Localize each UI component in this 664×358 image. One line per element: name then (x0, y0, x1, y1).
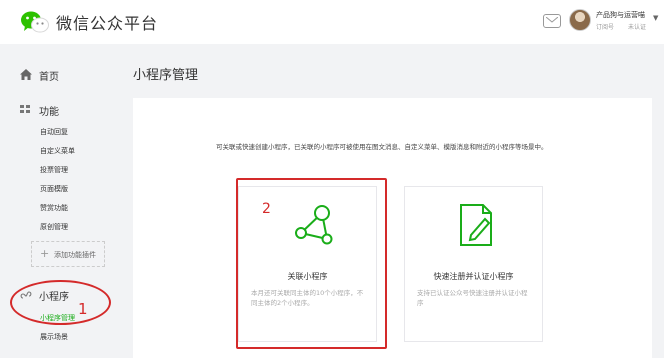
annotation-rectangle (236, 178, 387, 349)
sidebar-item-display-scene[interactable]: 展示场景 (40, 332, 68, 342)
edit-document-icon (460, 204, 492, 246)
plus-icon: + (40, 247, 50, 260)
sidebar-item-original[interactable]: 原创管理 (40, 222, 68, 232)
account-status: 未认证 (628, 24, 647, 31)
wechat-logo-icon (21, 11, 49, 33)
sidebar-item-label: 首页 (39, 72, 59, 83)
sidebar-section-label: 功能 (39, 107, 59, 118)
account-type: 订阅号 (596, 24, 615, 31)
avatar[interactable] (569, 9, 591, 31)
grid-icon (20, 105, 30, 113)
sidebar-item-auto-reply[interactable]: 自动回复 (40, 127, 68, 137)
mail-icon (546, 17, 558, 23)
card-subtitle: 支持已认证公众号快速注册并认证小程序 (417, 289, 528, 307)
top-header: 微信公众平台 产品狗与运营喵 订阅号 未认证 ▼ (0, 0, 664, 44)
add-plugin-label: 添加功能插件 (54, 251, 96, 259)
page-title: 小程序管理 (133, 68, 199, 83)
sidebar-item-vote[interactable]: 投票管理 (40, 165, 68, 175)
sidebar-item-custom-menu[interactable]: 自定义菜单 (40, 146, 75, 156)
card-title: 快速注册并认证小程序 (433, 272, 514, 281)
sidebar-item-appreciation[interactable]: 赞赏功能 (40, 203, 68, 213)
content-panel (133, 98, 652, 358)
add-plugin-button[interactable]: + 添加功能插件 (31, 241, 105, 267)
quick-register-card[interactable]: 快速注册并认证小程序 支持已认证公众号快速注册并认证小程序 (404, 186, 543, 342)
page-description: 可关联或快速创建小程序，已关联的小程序可被使用在图文消息、自定义菜单、模版消息和… (216, 143, 548, 151)
annotation-ellipse (10, 280, 111, 325)
home-icon (20, 69, 32, 80)
chevron-down-icon[interactable]: ▼ (653, 14, 658, 22)
sidebar-item-page-template[interactable]: 页面模版 (40, 184, 68, 194)
mail-button[interactable] (543, 14, 561, 28)
logo-text[interactable]: 微信公众平台 (56, 10, 158, 34)
annotation-marker-1: 1 (78, 300, 88, 318)
account-name[interactable]: 产品狗与运营喵 (596, 10, 645, 20)
annotation-marker-2: 2 (262, 201, 271, 217)
